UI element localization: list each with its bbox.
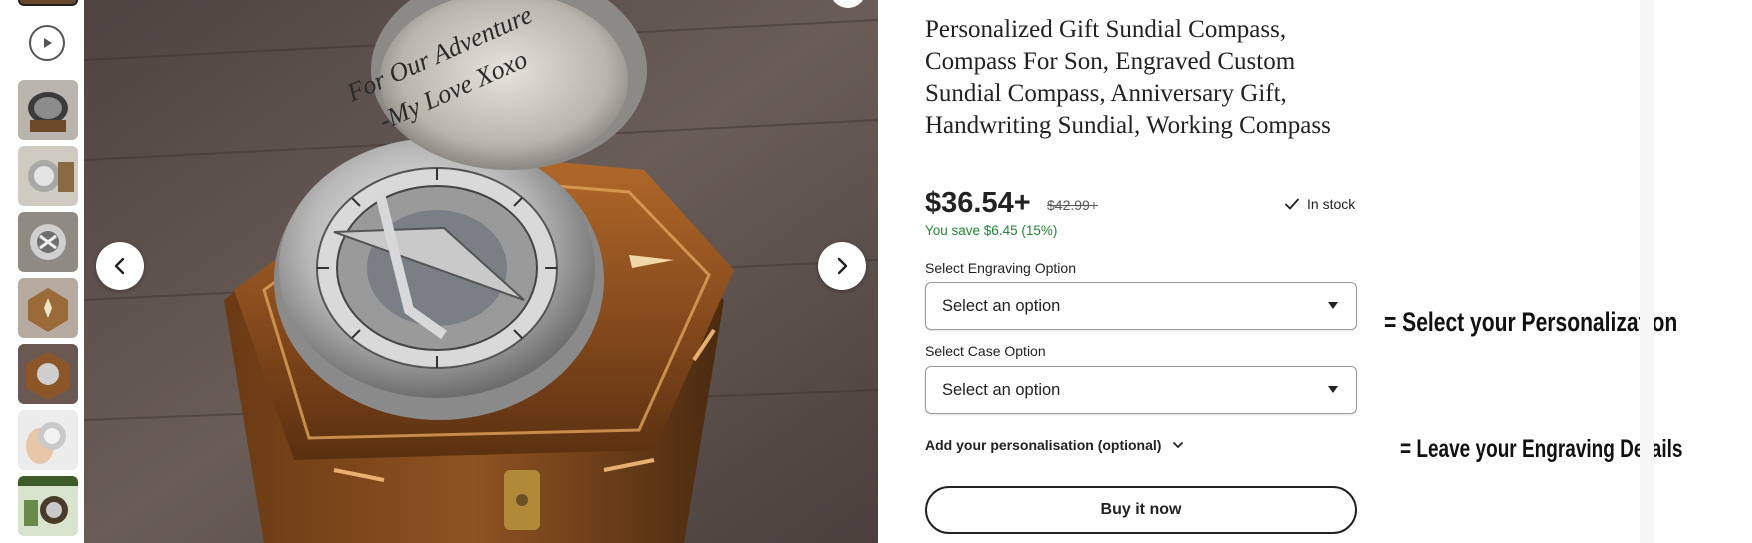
compass-photo: For Our Adventure -My Love Xoxo [84, 0, 878, 543]
original-price: $42.99+ [1047, 197, 1098, 213]
next-image-button[interactable] [818, 242, 866, 290]
case-option-select[interactable]: Select an option [925, 366, 1357, 414]
thumbnail-image[interactable] [18, 212, 78, 272]
engraving-option-value: Select an option [942, 296, 1061, 315]
engraving-option-label: Select Engraving Option [925, 260, 1076, 276]
select-personalization-note: = Select your Personalization [1384, 307, 1678, 337]
case-option-label: Select Case Option [925, 343, 1046, 359]
stock-status-label: In stock [1307, 196, 1356, 212]
chevron-left-icon [114, 257, 125, 275]
engraving-option-select[interactable]: Select an option [925, 282, 1357, 330]
buy-it-now-button[interactable]: Buy it now [925, 486, 1357, 534]
video-play-button[interactable] [29, 25, 65, 61]
add-personalisation-label: Add your personalisation (optional) [925, 437, 1162, 453]
thumbnail-strip [0, 0, 84, 543]
chevron-right-icon [837, 257, 848, 275]
check-icon [1285, 198, 1299, 210]
caret-down-icon [1328, 302, 1338, 310]
thumbnail-image[interactable] [18, 344, 78, 404]
thumbnail-image[interactable] [18, 278, 78, 338]
product-title: Personalized Gift Sundial Compass, Compa… [925, 16, 1331, 139]
thumbnail-image[interactable] [18, 410, 78, 470]
add-personalisation-toggle[interactable]: Add your personalisation (optional) [925, 437, 1185, 453]
previous-image-button[interactable] [96, 242, 144, 290]
savings-text: You save $6.45 (15%) [925, 223, 1058, 238]
thumbnail-image[interactable] [18, 80, 78, 140]
product-price: $36.54+ [925, 187, 1031, 219]
play-icon [44, 38, 52, 48]
thumbnail-image[interactable] [18, 476, 78, 536]
chevron-down-icon [1173, 442, 1184, 448]
page-edge [1640, 0, 1654, 543]
thumbnail-selected[interactable] [18, 0, 78, 6]
stock-status: In stock [1283, 195, 1355, 213]
caret-down-icon [1328, 386, 1338, 394]
product-image: For Our Adventure -My Love Xoxo [84, 0, 878, 543]
thumbnail-image[interactable] [18, 146, 78, 206]
buy-it-now-label: Buy it now [1100, 501, 1182, 518]
case-option-value: Select an option [942, 380, 1061, 399]
